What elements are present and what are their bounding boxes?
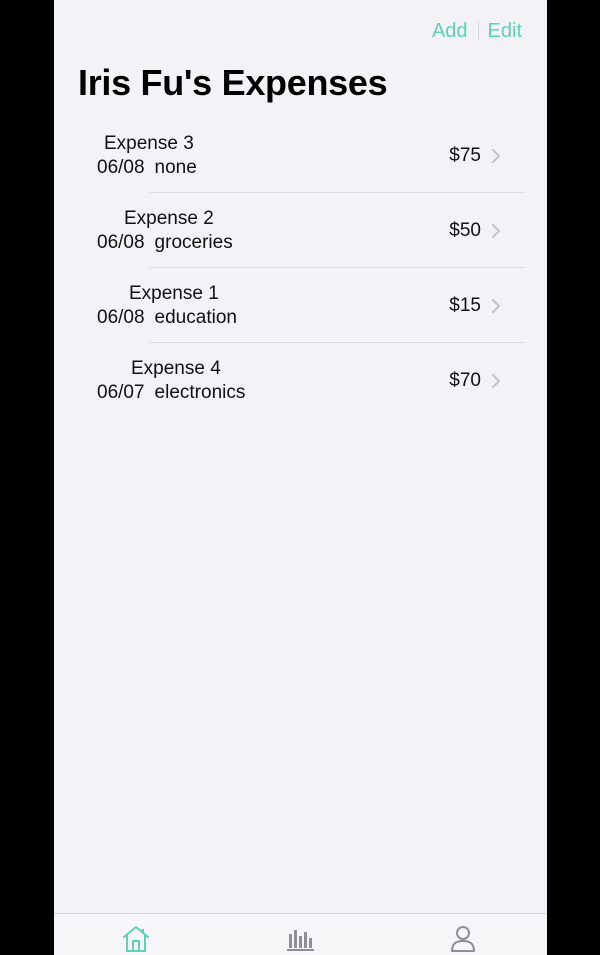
chevron-right-icon (492, 374, 500, 388)
expense-row[interactable]: Expense 1 06/08 education $15 (54, 268, 547, 343)
bar-chart-icon (287, 930, 314, 951)
expense-row[interactable]: Expense 3 06/08 none $75 (54, 118, 547, 193)
edit-button[interactable]: Edit (488, 18, 522, 44)
house-icon (123, 926, 149, 952)
expense-row[interactable]: Expense 2 06/08 groceries $50 (54, 193, 547, 268)
expense-date: 06/08 (97, 157, 145, 178)
expense-details: 06/08 none (97, 157, 197, 179)
expense-amount: $70 (449, 370, 481, 391)
expense-amount: $50 (449, 220, 481, 241)
expense-name: Expense 2 (124, 208, 214, 229)
nav-divider (477, 21, 479, 41)
nav-actions: Add Edit (432, 18, 522, 44)
expense-date: 06/07 (97, 382, 145, 403)
chevron-right-icon (492, 299, 500, 313)
tab-stats[interactable] (283, 924, 317, 954)
expense-list: Expense 3 06/08 none $75 Expense 2 06/08 g… (54, 118, 547, 418)
expense-details: 06/08 groceries (97, 232, 233, 254)
person-icon (451, 926, 475, 952)
chevron-right-icon (492, 224, 500, 238)
page-title: Iris Fu's Expenses (78, 62, 388, 103)
tab-profile[interactable] (446, 924, 480, 954)
expense-date: 06/08 (97, 307, 145, 328)
expense-details: 06/07 electronics (97, 382, 245, 404)
expense-row[interactable]: Expense 4 06/07 electronics $70 (54, 343, 547, 418)
app-screen: Add Edit Iris Fu's Expenses Expense 3 06… (54, 0, 547, 955)
expense-amount: $15 (449, 295, 481, 316)
chevron-right-icon (492, 149, 500, 163)
expense-amount: $75 (449, 145, 481, 166)
tab-bar (54, 913, 547, 955)
expense-details: 06/08 education (97, 307, 237, 329)
expense-name: Expense 3 (104, 133, 194, 154)
expense-category: education (154, 307, 237, 328)
expense-category: none (154, 157, 197, 178)
tab-home[interactable] (119, 924, 153, 954)
expense-name: Expense 1 (129, 283, 219, 304)
expense-name: Expense 4 (131, 358, 221, 379)
add-button[interactable]: Add (432, 18, 468, 44)
expense-category: groceries (154, 232, 233, 253)
expense-category: electronics (154, 382, 246, 403)
expense-date: 06/08 (97, 232, 145, 253)
